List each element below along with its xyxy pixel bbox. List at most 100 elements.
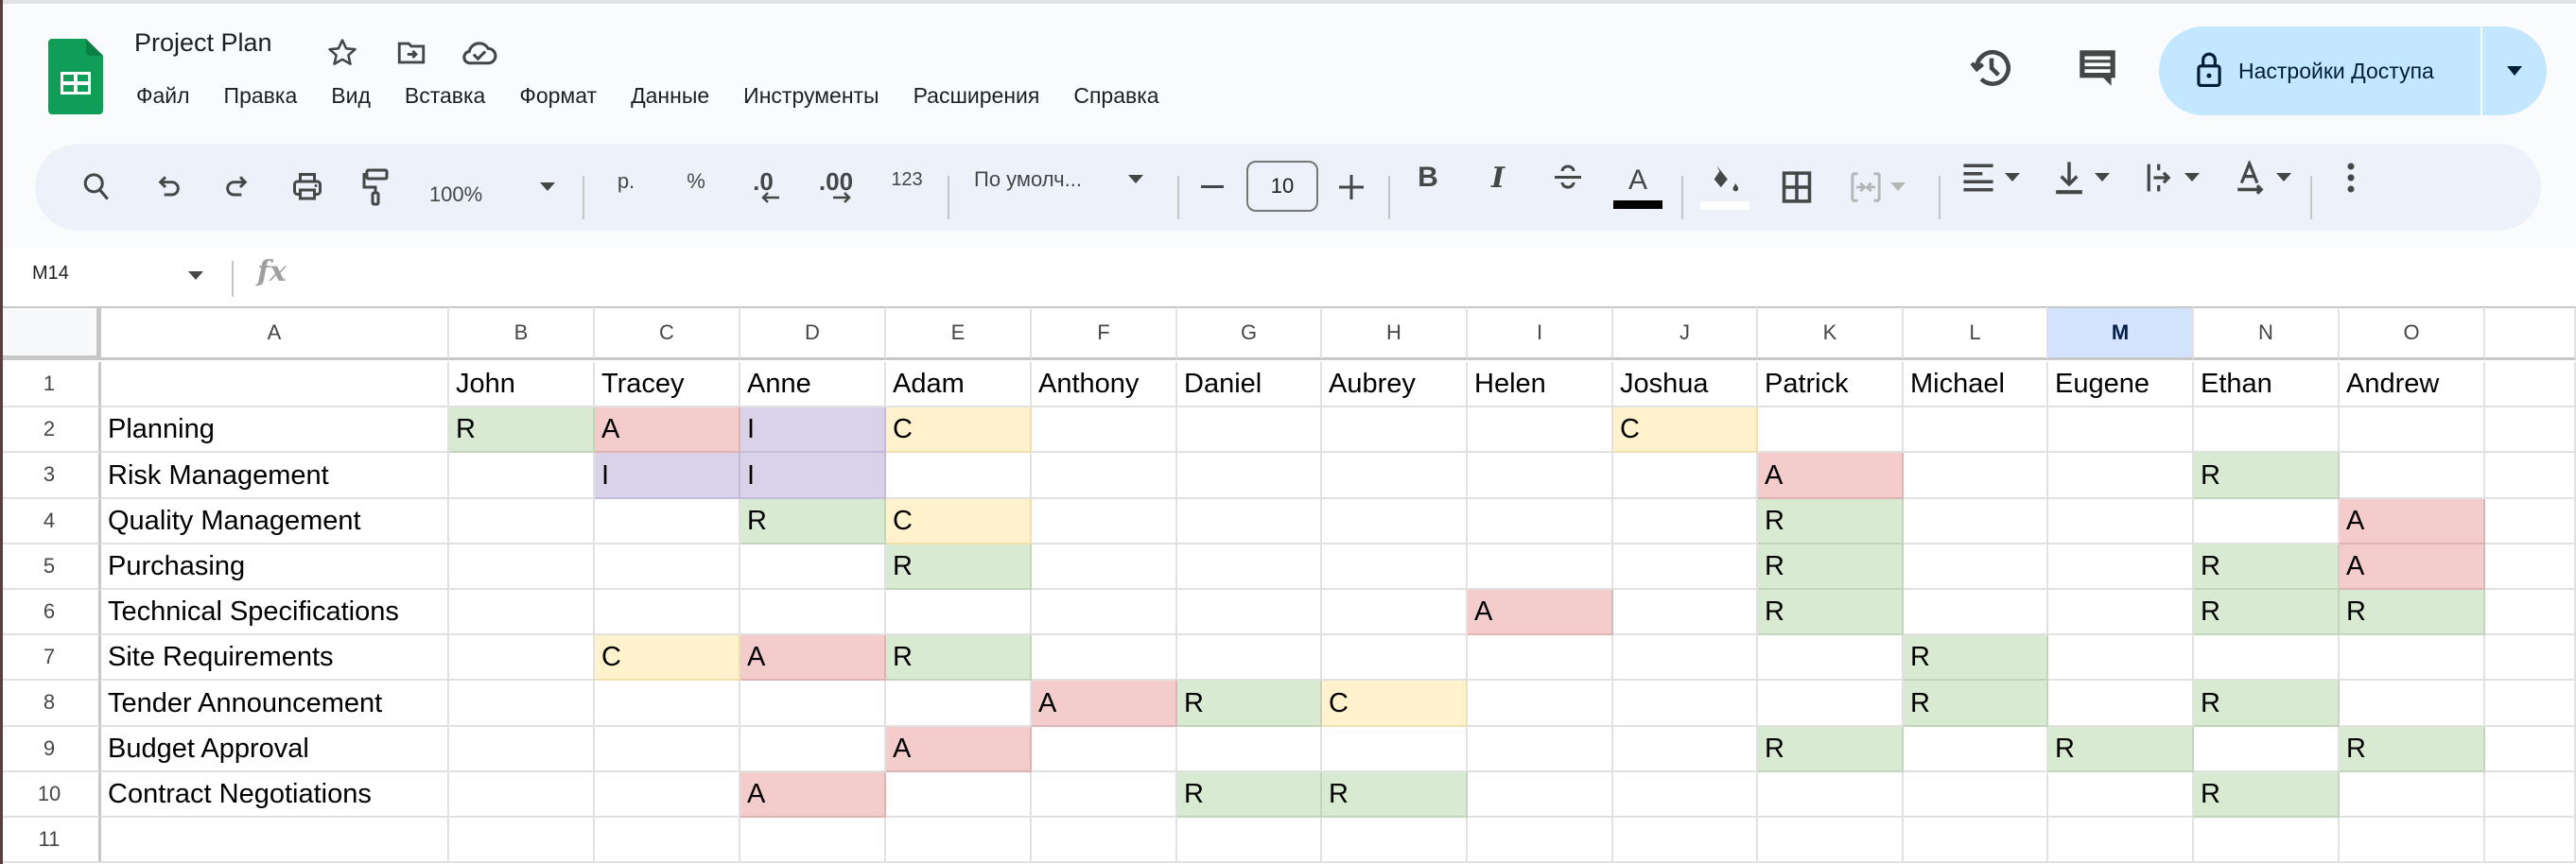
raci-cell[interactable]: A: [740, 635, 886, 682]
cell[interactable]: [2340, 635, 2485, 682]
task-name-cell[interactable]: Purchasing: [101, 544, 449, 590]
cell[interactable]: [1032, 726, 1177, 772]
row-header-10[interactable]: 10: [0, 771, 101, 818]
column-header-b[interactable]: B: [449, 306, 595, 360]
percent-format-button[interactable]: %: [675, 138, 717, 225]
cell[interactable]: [2485, 635, 2576, 682]
raci-cell[interactable]: R: [1177, 771, 1322, 818]
cell[interactable]: [1032, 635, 1177, 682]
print-button[interactable]: [284, 144, 331, 231]
cell[interactable]: [1468, 726, 1613, 772]
row-header-8[interactable]: 8: [0, 681, 101, 727]
raci-cell[interactable]: R: [1758, 498, 1904, 544]
person-header-cell[interactable]: Helen: [1468, 362, 1613, 408]
raci-cell[interactable]: A: [1468, 590, 1613, 636]
cloud-saved-icon[interactable]: [459, 32, 500, 74]
person-header-cell[interactable]: Anne: [740, 362, 886, 408]
cell[interactable]: [2194, 635, 2340, 682]
cell[interactable]: [1032, 453, 1177, 499]
cell[interactable]: [1468, 407, 1613, 454]
cell[interactable]: [2048, 590, 2194, 636]
column-header-d[interactable]: D: [740, 306, 886, 360]
cell[interactable]: [740, 590, 886, 636]
cell[interactable]: [2340, 681, 2485, 727]
cell[interactable]: [1613, 726, 1758, 772]
raci-cell[interactable]: R: [1758, 544, 1904, 590]
raci-cell[interactable]: R: [2194, 681, 2340, 727]
raci-cell[interactable]: A: [1032, 681, 1177, 727]
raci-cell[interactable]: R: [1322, 771, 1468, 818]
cell[interactable]: [886, 818, 1032, 864]
cell[interactable]: [740, 681, 886, 727]
paint-format-button[interactable]: [352, 144, 399, 231]
text-color-button[interactable]: A: [1613, 144, 1662, 231]
menu-format[interactable]: Формат: [519, 83, 614, 109]
cell[interactable]: [2340, 453, 2485, 499]
row-header-7[interactable]: 7: [0, 635, 101, 682]
cell[interactable]: [595, 681, 740, 727]
raci-cell[interactable]: R: [886, 544, 1032, 590]
cell[interactable]: [1613, 635, 1758, 682]
cell[interactable]: [1613, 771, 1758, 818]
cell[interactable]: [2048, 544, 2194, 590]
person-header-cell[interactable]: Tracey: [595, 362, 740, 408]
cell[interactable]: [2485, 407, 2576, 454]
star-icon[interactable]: [322, 32, 363, 74]
cell[interactable]: [595, 590, 740, 636]
cell[interactable]: [449, 726, 595, 772]
column-header-p[interactable]: [2485, 306, 2576, 360]
zoom-select[interactable]: 100%: [418, 151, 494, 238]
more-options-button[interactable]: [2332, 134, 2370, 221]
cell[interactable]: [1904, 453, 2048, 499]
cell[interactable]: [1177, 635, 1322, 682]
raci-cell[interactable]: C: [595, 635, 740, 682]
cell[interactable]: [1904, 590, 2048, 636]
raci-cell[interactable]: R: [1904, 635, 2048, 682]
cell[interactable]: [449, 590, 595, 636]
cell[interactable]: [1468, 771, 1613, 818]
cell[interactable]: [2048, 818, 2194, 864]
person-header-cell[interactable]: Eugene: [2048, 362, 2194, 408]
cell[interactable]: [1032, 498, 1177, 544]
raci-cell[interactable]: R: [1758, 726, 1904, 772]
cell[interactable]: [595, 726, 740, 772]
cell[interactable]: [1032, 818, 1177, 864]
menu-tools[interactable]: Инструменты: [743, 83, 896, 109]
vertical-align-button[interactable]: [2046, 134, 2118, 221]
column-header-o[interactable]: O: [2340, 306, 2485, 360]
cell[interactable]: [1322, 544, 1468, 590]
column-header-i[interactable]: I: [1468, 306, 1613, 360]
sheets-logo-icon[interactable]: [48, 39, 103, 114]
cell[interactable]: [595, 771, 740, 818]
raci-cell[interactable]: A: [2340, 544, 2485, 590]
cell[interactable]: [1613, 818, 1758, 864]
menu-view[interactable]: Вид: [331, 83, 388, 109]
person-header-cell[interactable]: Aubrey: [1322, 362, 1468, 408]
cell[interactable]: [1904, 407, 2048, 454]
redo-button[interactable]: [214, 144, 259, 231]
task-name-cell[interactable]: Quality Management: [101, 498, 449, 544]
document-title[interactable]: Project Plan: [134, 28, 272, 58]
merge-cells-button[interactable]: [1844, 144, 1912, 231]
fill-color-button[interactable]: [1698, 144, 1751, 231]
raci-cell[interactable]: R: [2194, 590, 2340, 636]
cell[interactable]: [1904, 771, 2048, 818]
cell[interactable]: [2485, 818, 2576, 864]
cell[interactable]: [449, 818, 595, 864]
raci-cell[interactable]: A: [740, 771, 886, 818]
cell[interactable]: [1758, 771, 1904, 818]
cell[interactable]: [595, 818, 740, 864]
raci-cell[interactable]: A: [1758, 453, 1904, 499]
column-header-a[interactable]: A: [101, 306, 449, 360]
undo-button[interactable]: [147, 144, 192, 231]
person-header-cell[interactable]: Michael: [1904, 362, 2048, 408]
raci-cell[interactable]: C: [886, 498, 1032, 544]
raci-cell[interactable]: R: [1758, 590, 1904, 636]
version-history-icon[interactable]: [1965, 42, 2018, 95]
font-size-decrease-button[interactable]: [1193, 144, 1231, 231]
raci-cell[interactable]: R: [449, 407, 595, 454]
font-family-select[interactable]: По умолч...: [974, 136, 1116, 223]
search-menus-button[interactable]: [74, 144, 119, 231]
task-name-cell[interactable]: Site Requirements: [101, 635, 449, 682]
decrease-decimal-button[interactable]: .0: [740, 144, 787, 231]
